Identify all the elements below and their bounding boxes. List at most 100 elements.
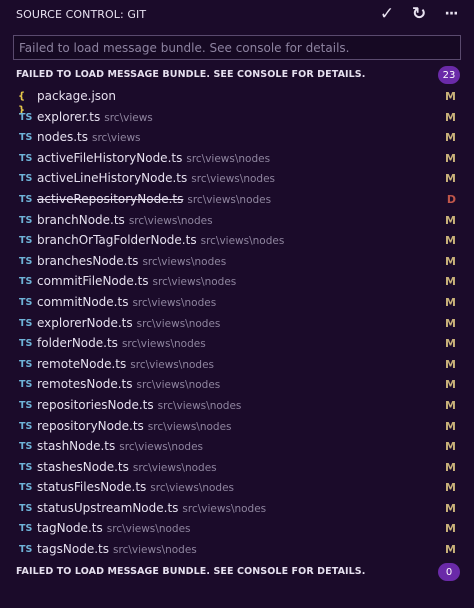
file-status: M: [445, 110, 456, 124]
file-label: activeFileHistoryNode.ts src\views\nodes: [37, 151, 270, 165]
file-label: folderNode.ts src\views\nodes: [37, 336, 206, 350]
file-row[interactable]: TS remoteNode.ts src\views\nodes M: [0, 355, 474, 376]
file-label: branchOrTagFolderNode.ts src\views\nodes: [37, 233, 284, 247]
file-name: folderNode.ts: [37, 336, 118, 351]
file-row[interactable]: TS folderNode.ts src\views\nodes M: [0, 334, 474, 355]
file-row[interactable]: TS stashesNode.ts src\views\nodes M: [0, 458, 474, 479]
ts-icon: TS: [19, 502, 33, 514]
file-row[interactable]: TS activeFileHistoryNode.ts src\views\node…: [0, 149, 474, 170]
file-row[interactable]: TS commitNode.ts src\views\nodes M: [0, 293, 474, 314]
file-row[interactable]: TS explorer.ts src\views M: [0, 108, 474, 129]
file-status: M: [445, 234, 456, 248]
ts-icon: TS: [19, 235, 33, 247]
file-status: M: [445, 295, 456, 309]
commit-message-box: [13, 35, 461, 60]
file-status: M: [445, 543, 456, 557]
file-path: src\views\nodes: [200, 235, 285, 248]
file-row[interactable]: { } package.json M: [0, 87, 474, 116]
more-icon[interactable]: ···: [442, 4, 460, 24]
file-row[interactable]: TS statusUpstreamNode.ts src\views\nodes M: [0, 499, 474, 520]
file-row[interactable]: TS activeLineHistoryNode.ts src\views\node…: [0, 169, 474, 190]
file-name: branchOrTagFolderNode.ts: [37, 233, 197, 248]
file-row[interactable]: TS repositoryNode.ts src\views\nodes M: [0, 417, 474, 438]
file-label: statusUpstreamNode.ts src\views\nodes: [37, 501, 266, 515]
file-status: M: [445, 378, 456, 392]
ts-icon: TS: [19, 420, 33, 432]
panel-title: SOURCE CONTROL: GIT: [16, 8, 147, 21]
ts-icon: TS: [19, 132, 33, 144]
file-path: src\views\nodes: [121, 338, 206, 351]
file-name: commitFileNode.ts: [37, 274, 149, 289]
file-row[interactable]: TS commitFileNode.ts src\views\nodes M: [0, 272, 474, 293]
ts-icon: TS: [19, 255, 33, 267]
file-row[interactable]: TS nodes.ts src\views M: [0, 128, 474, 149]
file-status: M: [445, 172, 456, 186]
file-path: src\views\nodes: [157, 399, 242, 412]
file-row[interactable]: TS tagsNode.ts src\views\nodes M: [0, 540, 474, 561]
file-row[interactable]: TS statusFilesNode.ts src\views\nodes M: [0, 478, 474, 499]
file-status: M: [445, 460, 456, 474]
file-status: M: [445, 419, 456, 433]
file-name: branchesNode.ts: [37, 253, 139, 268]
source-control-panel: SOURCE CONTROL: GIT ✓ ↻ ··· FAILED TO LO…: [0, 0, 474, 608]
file-status: M: [445, 398, 456, 412]
file-path: src\views: [104, 111, 153, 124]
file-status: M: [445, 337, 456, 351]
file-status: M: [445, 316, 456, 330]
file-path: src\views\nodes: [128, 214, 213, 227]
check-icon[interactable]: ✓: [378, 4, 396, 24]
changes-group-header[interactable]: FAILED TO LOAD MESSAGE BUNDLE. SEE CONSO…: [0, 66, 474, 86]
file-name: explorer.ts: [37, 109, 101, 124]
file-label: statusFilesNode.ts src\views\nodes: [37, 480, 234, 494]
file-row[interactable]: TS branchOrTagFolderNode.ts src\views\node…: [0, 231, 474, 252]
file-row[interactable]: TS tagNode.ts src\views\nodes M: [0, 519, 474, 540]
file-status: M: [445, 275, 456, 289]
file-label: tagsNode.ts src\views\nodes: [37, 542, 197, 556]
staged-group-label: FAILED TO LOAD MESSAGE BUNDLE. SEE CONSO…: [16, 566, 366, 577]
ts-icon: TS: [19, 482, 33, 494]
file-label: branchesNode.ts src\views\nodes: [37, 254, 226, 268]
file-row[interactable]: TS activeRepositoryNode.ts src\views\nodes…: [0, 190, 474, 211]
panel-header: SOURCE CONTROL: GIT ✓ ↻ ···: [0, 0, 474, 30]
file-name: stashNode.ts: [37, 439, 116, 454]
file-label: package.json: [37, 89, 120, 103]
file-path: src\views\nodes: [150, 482, 235, 495]
ts-icon: TS: [19, 214, 33, 226]
commit-message-input[interactable]: [14, 36, 460, 59]
file-name: repositoryNode.ts: [37, 418, 144, 433]
file-path: src\views\nodes: [119, 441, 203, 454]
file-status: M: [445, 501, 456, 515]
ts-icon: TS: [19, 296, 33, 308]
file-status: M: [445, 357, 456, 371]
file-row[interactable]: TS explorerNode.ts src\views\nodes M: [0, 314, 474, 335]
file-row[interactable]: TS stashNode.ts src\views\nodes M: [0, 437, 474, 458]
changes-file-list: { } package.json M TS explorer.ts src\views M T…: [0, 87, 474, 561]
file-status: M: [445, 213, 456, 227]
file-status: M: [445, 254, 456, 268]
file-row[interactable]: TS repositoriesNode.ts src\views\nodes M: [0, 396, 474, 417]
file-name: explorerNode.ts: [37, 315, 133, 330]
file-row[interactable]: TS remotesNode.ts src\views\nodes M: [0, 375, 474, 396]
staged-count-badge: 0: [438, 563, 460, 581]
file-path: src\views\nodes: [132, 296, 217, 309]
file-status: M: [445, 522, 456, 536]
ts-icon: TS: [19, 338, 33, 350]
file-name: nodes.ts: [37, 130, 88, 145]
file-path: src\views\nodes: [142, 255, 227, 268]
file-path: src\views\nodes: [191, 173, 275, 186]
file-name: remotesNode.ts: [37, 377, 133, 392]
file-name: branchNode.ts: [37, 212, 125, 227]
ts-icon: TS: [19, 461, 33, 473]
file-label: explorerNode.ts src\views\nodes: [37, 316, 220, 330]
file-status: M: [445, 151, 456, 165]
file-name: package.json: [37, 89, 117, 103]
ts-icon: TS: [19, 193, 33, 205]
file-label: explorer.ts src\views: [37, 110, 153, 124]
file-path: src\views\nodes: [132, 461, 217, 474]
file-row[interactable]: TS branchesNode.ts src\views\nodes M: [0, 252, 474, 273]
staged-group-header[interactable]: FAILED TO LOAD MESSAGE BUNDLE. SEE CONSO…: [0, 563, 474, 583]
refresh-icon[interactable]: ↻: [410, 4, 428, 24]
file-name: stashesNode.ts: [37, 459, 129, 474]
file-label: remoteNode.ts src\views\nodes: [37, 357, 214, 371]
file-row[interactable]: TS branchNode.ts src\views\nodes M: [0, 211, 474, 232]
